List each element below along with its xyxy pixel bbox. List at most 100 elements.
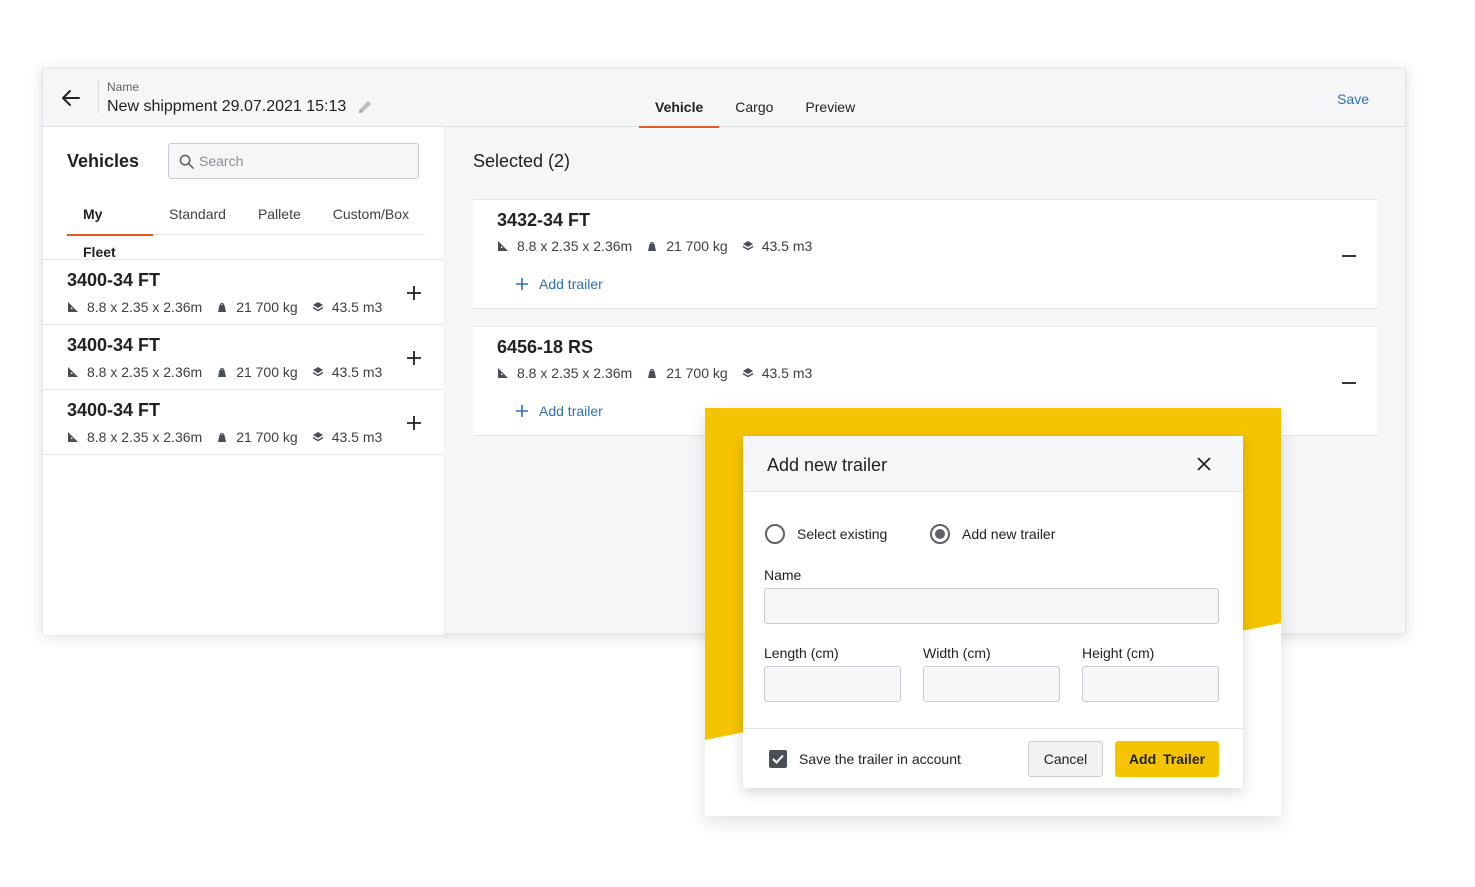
radio-label: Select existing <box>797 526 888 542</box>
ruler-icon <box>68 367 78 377</box>
volume: 43.5 m3 <box>331 364 383 380</box>
length-input[interactable] <box>764 666 901 702</box>
pencil-icon[interactable] <box>356 98 374 116</box>
vehicle-name: 3400-34 FT <box>67 335 161 355</box>
shipment-name: New shippment 29.07.2021 15:13 <box>107 98 347 115</box>
save-button[interactable]: Save <box>1337 91 1369 107</box>
layers-icon <box>312 432 324 442</box>
vehicle-specs: 8.8 x 2.35 x 2.36m 21 700 kg 43.5 m3 <box>67 364 396 380</box>
add-trailer-label: Add trailer <box>539 403 603 419</box>
plus-icon[interactable] <box>405 414 423 432</box>
save-trailer-checkbox[interactable] <box>769 750 787 768</box>
trailer-name-input[interactable] <box>764 588 1219 624</box>
save-trailer-label: Save the trailer in account <box>799 751 961 767</box>
vehicle-specs: 8.8 x 2.35 x 2.36m 21 700 kg 43.5 m3 <box>497 365 826 381</box>
dialog-title: Add new trailer <box>767 455 888 475</box>
radio-button[interactable] <box>765 524 785 544</box>
tab-cargo[interactable]: Cargo <box>719 69 789 127</box>
search-input[interactable] <box>199 144 409 178</box>
selected-title: Selected (2) <box>473 151 571 171</box>
weight-icon <box>648 368 657 378</box>
minus-icon[interactable] <box>1341 375 1357 391</box>
plus-icon[interactable] <box>405 349 423 367</box>
add-trailer-dialog: Add new trailer Select existing Add new … <box>743 436 1243 788</box>
selected-vehicle-card: 3432-34 FT 8.8 x 2.35 x 2.36m 21 700 kg … <box>473 199 1377 309</box>
close-icon[interactable] <box>1197 457 1211 471</box>
tab-vehicle[interactable]: Vehicle <box>639 69 720 128</box>
main-tabs: Vehicle Cargo Preview <box>639 69 871 128</box>
search-icon <box>179 154 194 169</box>
minus-icon[interactable] <box>1341 248 1357 264</box>
dialog-footer: Save the trailer in account Cancel Add T… <box>743 728 1243 788</box>
vehicle-name: 3400-34 FT <box>67 400 161 420</box>
weight: 21 700 kg <box>236 299 298 315</box>
search-box <box>168 143 419 179</box>
name-field-label: Name <box>764 567 802 583</box>
vehicle-name: 3400-34 FT <box>67 270 161 290</box>
add-trailer-label: Add trailer <box>539 276 603 292</box>
ruler-icon <box>498 368 508 378</box>
width-field-label: Width (cm) <box>923 645 991 661</box>
radio-label: Add new trailer <box>962 526 1056 542</box>
divider <box>98 81 99 113</box>
volume: 43.5 m3 <box>761 365 813 381</box>
dimensions: 8.8 x 2.35 x 2.36m <box>87 429 203 445</box>
top-bar: Name New shippment 29.07.2021 15:13 Vehi… <box>43 69 1405 128</box>
weight-icon <box>218 302 227 312</box>
vehicle-name: 6456-18 RS <box>497 337 594 357</box>
weight: 21 700 kg <box>236 364 298 380</box>
add-trailer-button[interactable]: Add Trailer <box>1115 741 1219 777</box>
weight: 21 700 kg <box>236 429 298 445</box>
dialog-header: Add new trailer <box>743 436 1243 492</box>
weight-icon <box>218 367 227 377</box>
ruler-icon <box>68 302 78 312</box>
fleet-tabs: My Fleet Standard Pallete Custom/Box <box>67 195 425 260</box>
weight-icon <box>218 432 227 442</box>
ruler-icon <box>498 241 508 251</box>
add-trailer-link[interactable]: Add trailer <box>515 276 603 292</box>
check-icon <box>772 754 784 764</box>
vehicle-specs: 8.8 x 2.35 x 2.36m 21 700 kg 43.5 m3 <box>497 238 826 254</box>
vehicle-name: 3432-34 FT <box>497 210 591 230</box>
radio-add-new[interactable]: Add new trailer <box>930 524 1055 544</box>
volume: 43.5 m3 <box>331 299 383 315</box>
add-trailer-link[interactable]: Add trailer <box>515 403 603 419</box>
plus-icon[interactable] <box>405 284 423 302</box>
tab-custom-box[interactable]: Custom/Box <box>317 195 425 235</box>
list-item: 3400-34 FT 8.8 x 2.35 x 2.36m 21 700 kg … <box>43 325 443 390</box>
ruler-icon <box>68 432 78 442</box>
dimensions: 8.8 x 2.35 x 2.36m <box>517 238 633 254</box>
width-input[interactable] <box>923 666 1060 702</box>
tab-my-fleet[interactable]: My Fleet <box>67 195 154 260</box>
layers-icon <box>742 241 754 251</box>
radio-button[interactable] <box>930 524 950 544</box>
height-input[interactable] <box>1082 666 1219 702</box>
dimensions: 8.8 x 2.35 x 2.36m <box>517 365 633 381</box>
tab-pallete[interactable]: Pallete <box>242 195 317 235</box>
radio-select-existing[interactable]: Select existing <box>765 524 887 544</box>
dimensions: 8.8 x 2.35 x 2.36m <box>87 299 203 315</box>
layers-icon <box>312 302 324 312</box>
list-item: 3400-34 FT 8.8 x 2.35 x 2.36m 21 700 kg … <box>43 390 443 455</box>
list-item: 3400-34 FT 8.8 x 2.35 x 2.36m 21 700 kg … <box>43 260 443 325</box>
layers-icon <box>312 367 324 377</box>
volume: 43.5 m3 <box>761 238 813 254</box>
volume: 43.5 m3 <box>331 429 383 445</box>
weight-icon <box>648 241 657 251</box>
height-field-label: Height (cm) <box>1082 645 1155 661</box>
vehicle-specs: 8.8 x 2.35 x 2.36m 21 700 kg 43.5 m3 <box>67 429 396 445</box>
layers-icon <box>742 368 754 378</box>
tab-standard[interactable]: Standard <box>153 195 242 235</box>
tab-preview[interactable]: Preview <box>789 69 871 127</box>
weight: 21 700 kg <box>666 238 728 254</box>
name-label: Name <box>107 80 140 94</box>
fleet-list: 3400-34 FT 8.8 x 2.35 x 2.36m 21 700 kg … <box>43 259 443 455</box>
plus-icon <box>516 278 528 290</box>
arrow-left-icon[interactable] <box>59 86 83 110</box>
dimensions: 8.8 x 2.35 x 2.36m <box>87 364 203 380</box>
vehicles-title: Vehicles <box>67 151 140 171</box>
vehicle-specs: 8.8 x 2.35 x 2.36m 21 700 kg 43.5 m3 <box>67 299 396 315</box>
length-field-label: Length (cm) <box>764 645 839 661</box>
cancel-button[interactable]: Cancel <box>1028 741 1103 777</box>
weight: 21 700 kg <box>666 365 728 381</box>
